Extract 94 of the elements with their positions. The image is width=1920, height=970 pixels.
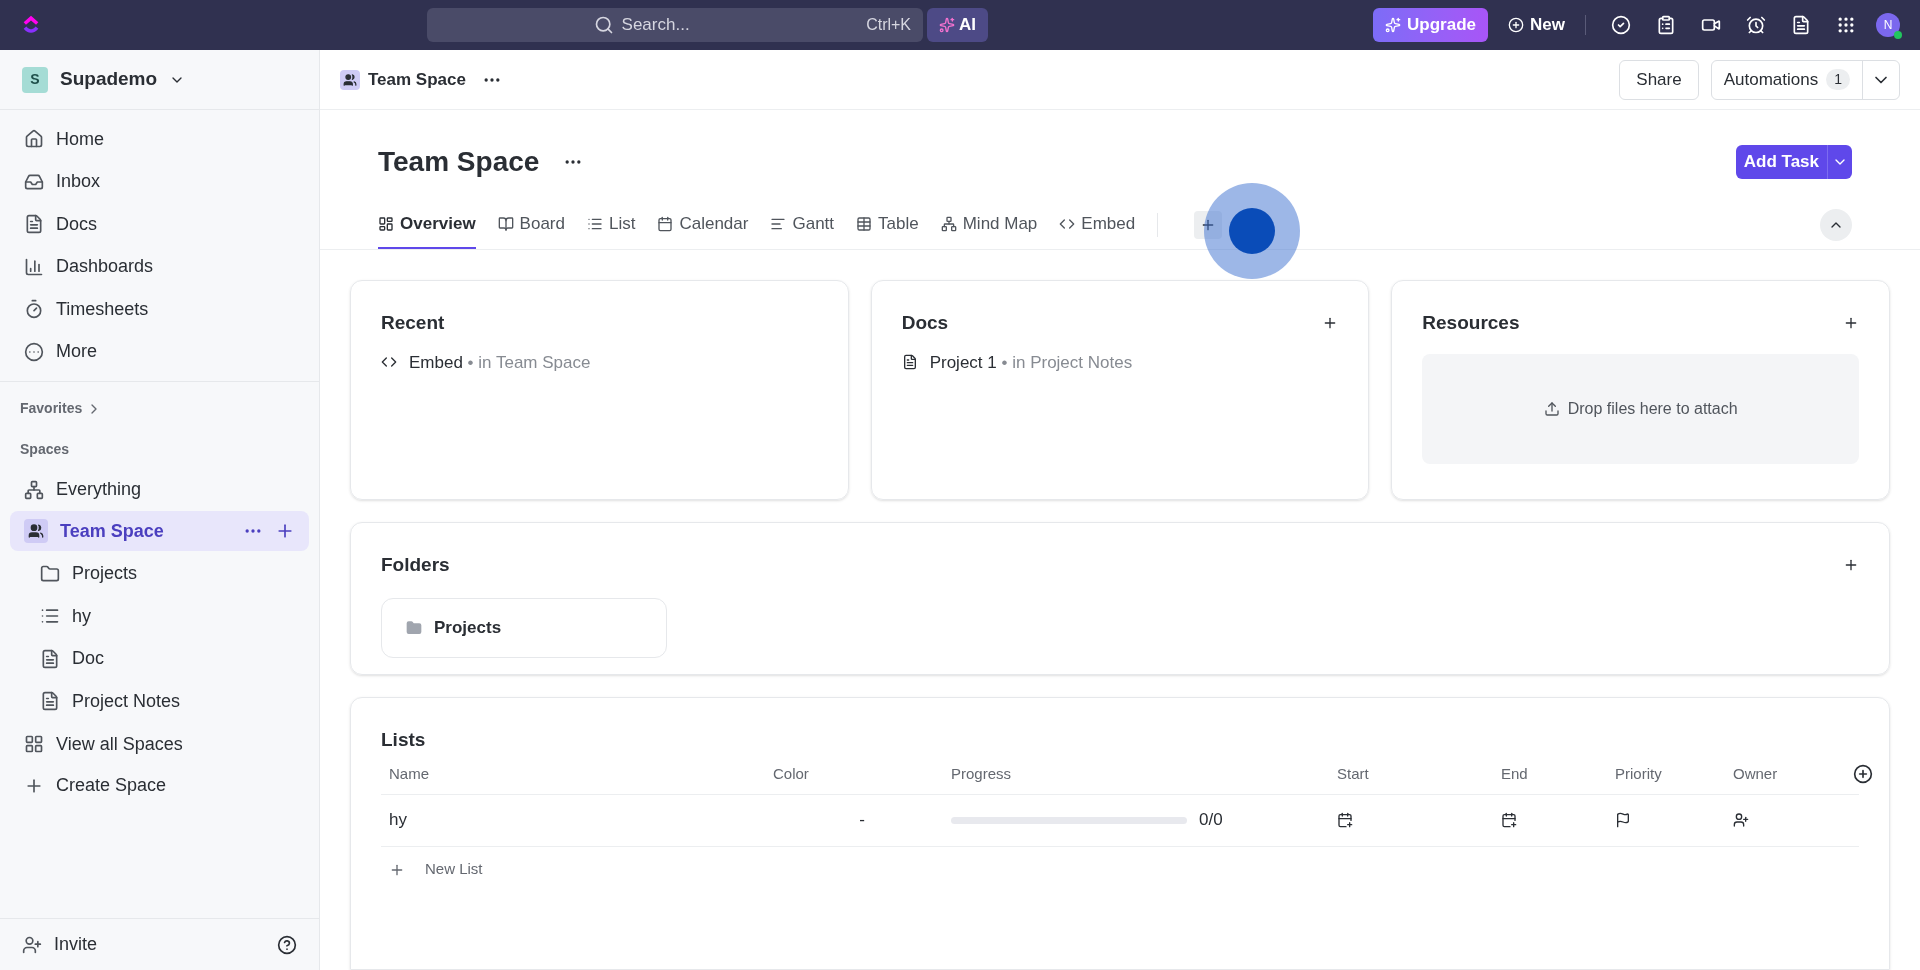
user-avatar[interactable]: N xyxy=(1876,13,1900,37)
workspace-name[interactable]: Supademo xyxy=(60,65,158,94)
add-column-icon[interactable] xyxy=(1853,764,1873,784)
card-title: Docs xyxy=(901,311,949,335)
favorites-heading[interactable]: Favorites xyxy=(20,398,83,419)
team-icon xyxy=(24,519,48,543)
column-header: Name xyxy=(389,763,430,784)
user-plus-icon[interactable] xyxy=(1733,812,1749,828)
view-tab[interactable]: Board xyxy=(497,201,565,249)
column-header: Owner xyxy=(1733,763,1779,784)
collapse-button[interactable] xyxy=(1820,209,1852,241)
view-tab[interactable]: Table xyxy=(856,201,919,249)
team-icon xyxy=(340,69,360,90)
search-icon xyxy=(593,15,614,35)
help-icon[interactable] xyxy=(277,934,297,955)
home-icon xyxy=(24,129,44,150)
sidebar-item[interactable]: Home xyxy=(10,118,309,161)
sidebar-item[interactable]: More xyxy=(10,330,309,373)
overview-icon xyxy=(378,216,394,232)
view-tab[interactable]: Calendar xyxy=(657,201,749,249)
column-header: Start xyxy=(1337,763,1370,784)
table-icon xyxy=(856,216,873,232)
sparkle-icon xyxy=(939,17,956,33)
sidebar-item[interactable]: Inbox xyxy=(10,160,309,203)
share-button[interactable]: Share xyxy=(1619,59,1699,100)
column-header: End xyxy=(1501,763,1529,784)
view-tab[interactable]: List xyxy=(587,201,636,249)
folder-icon xyxy=(40,563,60,584)
breadcrumb[interactable]: Team Space xyxy=(368,66,466,93)
chart-icon xyxy=(24,256,44,277)
board-icon xyxy=(497,216,514,232)
mindmap-icon xyxy=(940,216,957,232)
page-title: Team Space xyxy=(378,145,540,179)
sidebar-item[interactable]: Dashboards xyxy=(10,245,309,288)
sidebar-item[interactable]: hy xyxy=(10,595,309,638)
view-tab[interactable]: Overview xyxy=(378,201,476,249)
calendar-plus-icon[interactable] xyxy=(1337,812,1353,828)
spaces-heading: Spaces xyxy=(19,440,71,459)
calendar-plus-icon[interactable] xyxy=(1501,812,1517,828)
add-view-button[interactable] xyxy=(1194,211,1223,239)
sparkle-icon xyxy=(1385,17,1402,33)
recent-item[interactable]: Project 1 • in Project Notes xyxy=(901,349,1339,375)
upgrade-button[interactable]: Upgrade xyxy=(1373,8,1489,42)
view-tab[interactable]: Gantt xyxy=(770,201,835,249)
new-button[interactable]: New xyxy=(1500,8,1573,42)
view-tab[interactable]: Mind Map xyxy=(940,201,1038,249)
doc-icon xyxy=(901,354,918,371)
column-header: Color xyxy=(773,763,810,784)
ai-button[interactable]: AI xyxy=(927,8,989,42)
search-input[interactable]: Search... xyxy=(621,12,712,38)
sidebar-item[interactable]: Docs xyxy=(10,203,309,246)
count-badge: 1 xyxy=(1826,69,1850,90)
sidebar-item[interactable]: Project Notes xyxy=(10,680,309,723)
space-item[interactable]: Team Space xyxy=(10,511,309,551)
doc-icon xyxy=(40,648,60,669)
gantt-icon xyxy=(770,216,787,232)
space-item[interactable]: View all Spaces xyxy=(10,724,309,764)
progress-text: 0/0 xyxy=(1199,809,1223,832)
upload-icon xyxy=(1543,400,1560,417)
new-list-link[interactable]: New List xyxy=(425,858,483,881)
timer-icon xyxy=(24,299,44,320)
folder-icon xyxy=(406,619,422,636)
shortcut-hint: Ctrl+K xyxy=(866,15,912,35)
view-tab[interactable]: Embed xyxy=(1059,201,1136,249)
grid-icon xyxy=(24,734,44,754)
more-icon xyxy=(24,341,44,362)
column-header: Progress xyxy=(951,763,1013,784)
sidebar-item[interactable]: Doc xyxy=(10,637,309,680)
doc-icon xyxy=(24,214,44,235)
search-field[interactable]: Search... Ctrl+K xyxy=(427,8,924,42)
plus-icon xyxy=(1508,17,1525,33)
space-item[interactable]: Everything xyxy=(10,469,309,510)
card-title: Recent xyxy=(381,311,445,335)
sidebar-item[interactable]: Projects xyxy=(10,552,309,595)
drop-zone[interactable]: Drop files here to attach xyxy=(1422,353,1859,464)
invite-link[interactable]: Invite xyxy=(54,931,265,958)
invite-icon xyxy=(22,934,42,955)
flag-icon[interactable] xyxy=(1615,812,1631,828)
list-icon xyxy=(587,216,603,232)
embed-icon xyxy=(1059,216,1076,232)
everything-icon xyxy=(24,479,44,500)
space-item[interactable]: Create Space xyxy=(10,765,309,806)
color-cell-text: - xyxy=(859,809,865,832)
card-title: Resources xyxy=(1422,311,1520,335)
column-header: Priority xyxy=(1615,763,1663,784)
recent-item[interactable]: Embed • in Team Space xyxy=(381,349,818,375)
card-title: Folders xyxy=(381,553,450,577)
card-title: Lists xyxy=(381,728,427,752)
sidebar-item[interactable]: Timesheets xyxy=(10,288,309,331)
doc-icon xyxy=(40,691,60,712)
workspace-avatar: S xyxy=(22,66,48,93)
list-name[interactable]: hy xyxy=(389,807,773,833)
calendar-icon xyxy=(657,216,674,232)
folder-tile[interactable]: Projects xyxy=(381,597,667,658)
